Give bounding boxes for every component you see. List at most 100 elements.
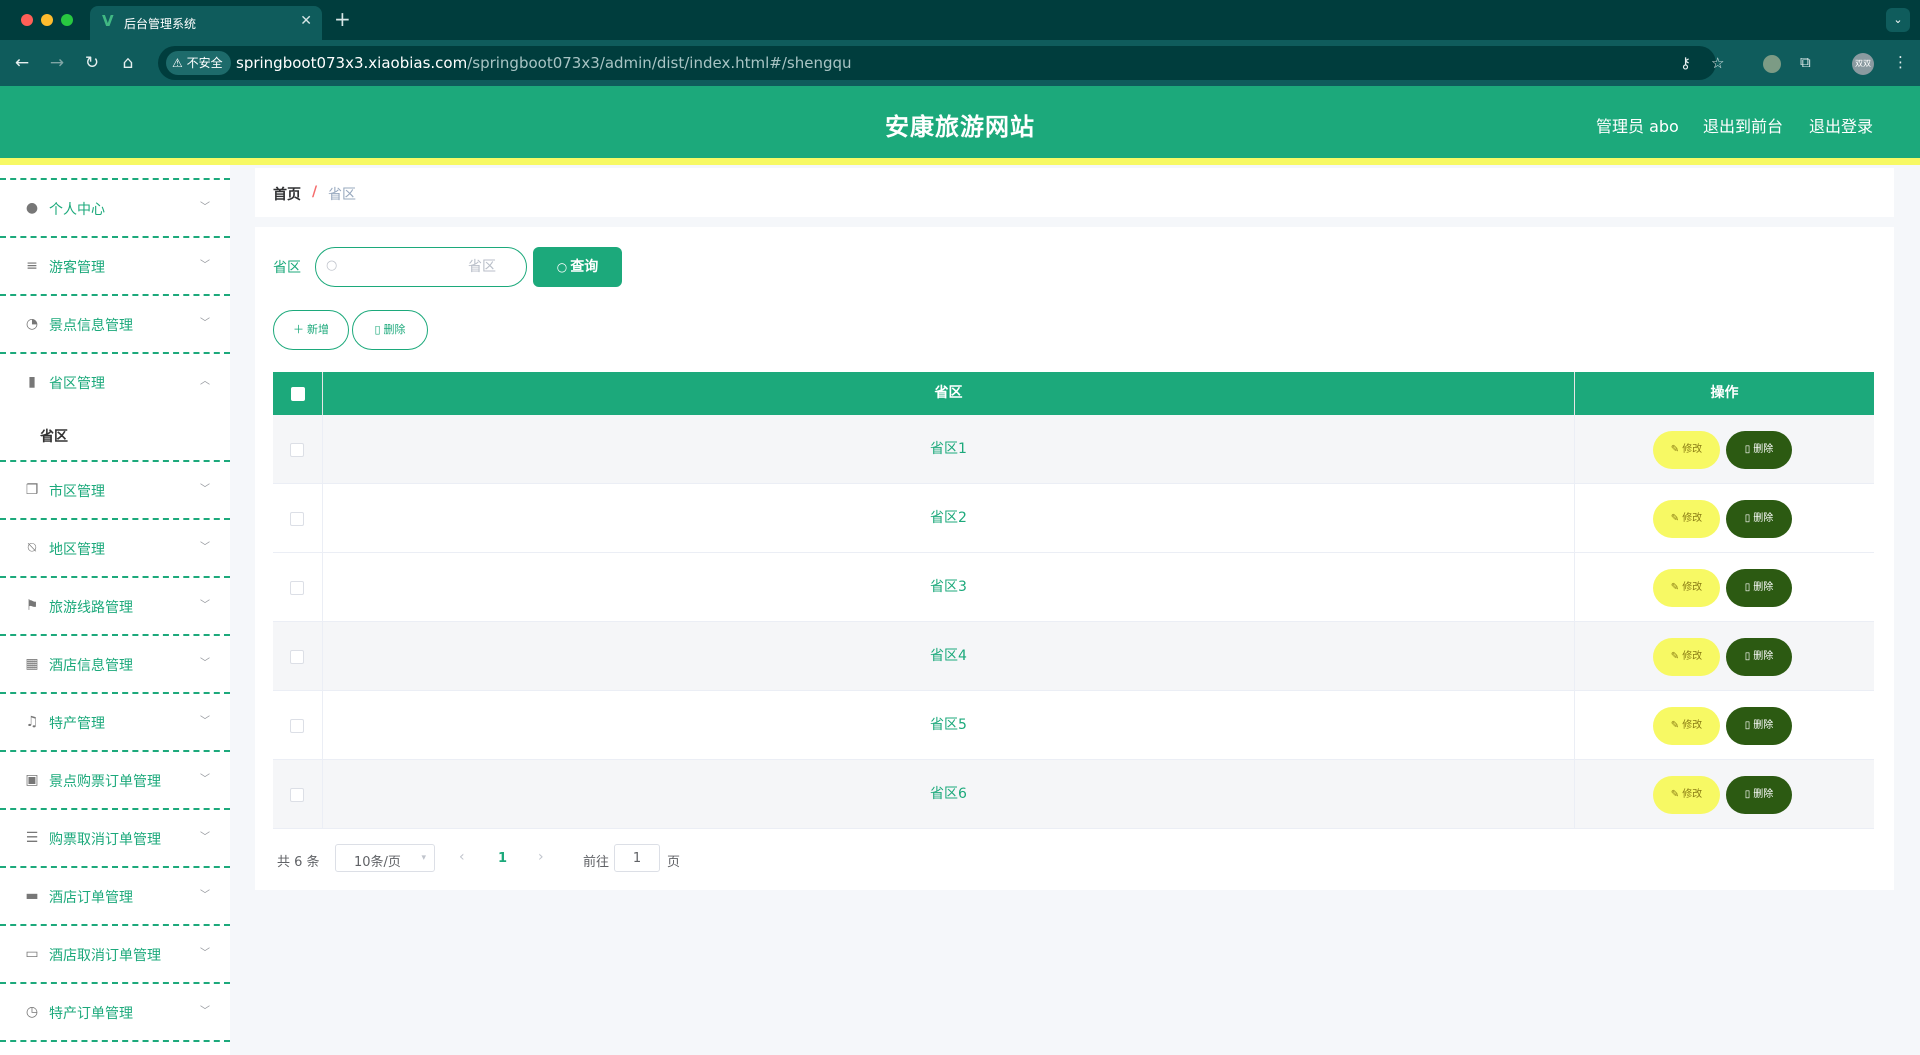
table-row: 省区4 ✎ 修改 ▯ 删除 [273,622,1874,691]
url-text[interactable]: springboot073x3.xiaobias.com/springboot0… [236,54,852,72]
sidebar-subitem-province[interactable]: 省区 [0,410,230,460]
select-all-checkbox[interactable] [291,387,305,401]
not-secure-chip[interactable]: ⚠ 不安全 [166,51,231,75]
home-icon[interactable]: ⌂ [116,51,140,75]
key-icon[interactable]: ⚷ [1680,54,1691,72]
browser-toolbar: ← → ↻ ⌂ ⚠ 不安全 springboot073x3.xiaobias.c… [0,40,1920,86]
page-size-value: 10条/页 [354,855,401,870]
edit-button-label: 修改 [1682,513,1703,524]
reload-icon[interactable]: ↻ [80,51,104,75]
address-bar[interactable]: ⚠ 不安全 springboot073x3.xiaobias.com/sprin… [158,46,1724,80]
row-checkbox[interactable] [290,788,304,802]
add-button[interactable]: ＋新增 [273,310,349,350]
breadcrumb: 首页 / 省区 [255,168,1894,217]
chart-icon: ▮ [28,374,36,390]
header-accent-stripe [0,158,1920,165]
row-checkbox[interactable] [290,443,304,457]
delete-button-label: 删除 [1753,789,1774,800]
back-to-front-link[interactable]: 退出到前台 [1703,113,1783,137]
sidebar-item-province-management[interactable]: ▮ 省区管理 ︿ [0,352,230,410]
province-name-cell: 省区5 [323,691,1575,760]
edit-button[interactable]: ✎ 修改 [1653,707,1720,745]
delete-button[interactable]: ▯ 删除 [1726,707,1792,745]
table-row: 省区1 ✎ 修改 ▯ 删除 [273,415,1874,484]
delete-button-label: 删除 [1753,720,1774,731]
table-header: 省区 操作 [273,372,1874,415]
sidebar-item-area-management[interactable]: ⍉ 地区管理 ﹀ [0,518,230,576]
delete-button[interactable]: ▯ 删除 [1726,776,1792,814]
sidebar-item-route-management[interactable]: ⚑ 旅游线路管理 ﹀ [0,576,230,634]
row-checkbox[interactable] [290,581,304,595]
edit-pencil-icon: ✎ [1670,513,1680,524]
forward-arrow-icon[interactable]: → [45,51,69,75]
page-size-select[interactable]: 10条/页 ▾ [335,844,435,872]
edit-button[interactable]: ✎ 修改 [1653,500,1720,538]
edit-button-label: 修改 [1682,582,1703,593]
table-row: 省区3 ✎ 修改 ▯ 删除 [273,553,1874,622]
logout-link[interactable]: 退出登录 [1809,113,1873,137]
edit-button[interactable]: ✎ 修改 [1653,638,1720,676]
edit-button[interactable]: ✎ 修改 [1653,569,1720,607]
close-window-button[interactable] [21,14,33,26]
sidebar-item-hotel-cancel-orders[interactable]: ▭ 酒店取消订单管理 ﹀ [0,924,230,982]
search-field[interactable]: ○ [315,247,527,287]
extensions-puzzle-icon[interactable]: ⧉ [1800,53,1811,71]
page-number-current[interactable]: 1 [498,851,507,866]
page-suffix-label: 页 [667,855,681,870]
sidebar-item-label: 省区管理 [49,376,105,392]
minimize-window-button[interactable] [41,14,53,26]
sidebar-item-ticket-cancel-orders[interactable]: ☰ 购票取消订单管理 ﹀ [0,808,230,866]
sidebar-item-scenic-info[interactable]: ◔ 景点信息管理 ﹀ [0,294,230,352]
browser-tab[interactable]: V 后台管理系统 ✕ [90,6,322,40]
sidebar-item-label: 购票取消订单管理 [49,832,161,848]
edit-button-label: 修改 [1682,720,1703,731]
province-search-input[interactable] [344,256,518,278]
new-tab-button[interactable]: + [334,9,351,29]
delete-button[interactable]: ▯ 删除 [1726,569,1792,607]
delete-button-label: 删除 [1753,513,1774,524]
sidebar-item-hotel-orders[interactable]: ▬ 酒店订单管理 ﹀ [0,866,230,924]
sidebar-item-tourist-management[interactable]: ≡ 游客管理 ﹀ [0,236,230,294]
sidebar-item-specialty-orders[interactable]: ◷ 特产订单管理 ﹀ [0,982,230,1040]
tab-close-icon[interactable]: ✕ [300,13,312,29]
tab-search-chevron-icon[interactable]: ⌄ [1886,8,1910,32]
sidebar-item-personal-center[interactable]: ● 个人中心 ﹀ [0,178,230,236]
delete-button[interactable]: ▯ 删除 [1726,431,1792,469]
row-actions-cell: ✎ 修改 ▯ 删除 [1575,622,1874,691]
bookmark-star-icon[interactable]: ☆ [1711,54,1724,72]
row-checkbox[interactable] [290,650,304,664]
prev-page-icon[interactable]: ‹ [459,849,465,865]
trash-icon: ▯ [1744,582,1751,593]
trash-icon: ▯ [1744,651,1751,662]
chevron-down-icon: ﹀ [200,202,210,213]
row-checkbox[interactable] [290,512,304,526]
sidebar-item-hotel-info[interactable]: ▦ 酒店信息管理 ﹀ [0,634,230,692]
browser-menu-icon[interactable]: ⋮ [1893,53,1908,71]
row-checkbox[interactable] [290,719,304,733]
row-actions-cell: ✎ 修改 ▯ 删除 [1575,484,1874,553]
back-arrow-icon[interactable]: ← [10,51,34,75]
sidebar-item-label: 酒店信息管理 [49,658,133,674]
query-button[interactable]: ○ 查询 [533,247,622,287]
profile-avatar[interactable]: 双双 [1852,53,1874,75]
clock-icon: ◷ [25,1004,39,1020]
trash-icon: ▯ [374,323,381,336]
edit-button[interactable]: ✎ 修改 [1653,431,1720,469]
edit-pencil-icon: ✎ [1670,789,1680,800]
edit-button[interactable]: ✎ 修改 [1653,776,1720,814]
batch-delete-button[interactable]: ▯ 删除 [352,310,428,350]
breadcrumb-home[interactable]: 首页 [273,184,301,204]
sidebar-item-ticket-orders[interactable]: ▣ 景点购票订单管理 ﹀ [0,750,230,808]
sidebar-item-label: 特产订单管理 [49,1006,133,1022]
next-page-icon[interactable]: › [538,849,544,865]
maximize-window-button[interactable] [61,14,73,26]
sidebar-item-label: 个人中心 [49,202,105,218]
goto-page-input[interactable] [614,844,660,872]
sidebar-item-city-management[interactable]: ❐ 市区管理 ﹀ [0,460,230,518]
province-name-cell: 省区3 [323,553,1575,622]
extension-icon[interactable] [1763,55,1781,73]
sidebar-item-specialty-management[interactable]: ♫ 特产管理 ﹀ [0,692,230,750]
delete-button[interactable]: ▯ 删除 [1726,500,1792,538]
microphone-icon: ♫ [25,714,39,730]
delete-button[interactable]: ▯ 删除 [1726,638,1792,676]
